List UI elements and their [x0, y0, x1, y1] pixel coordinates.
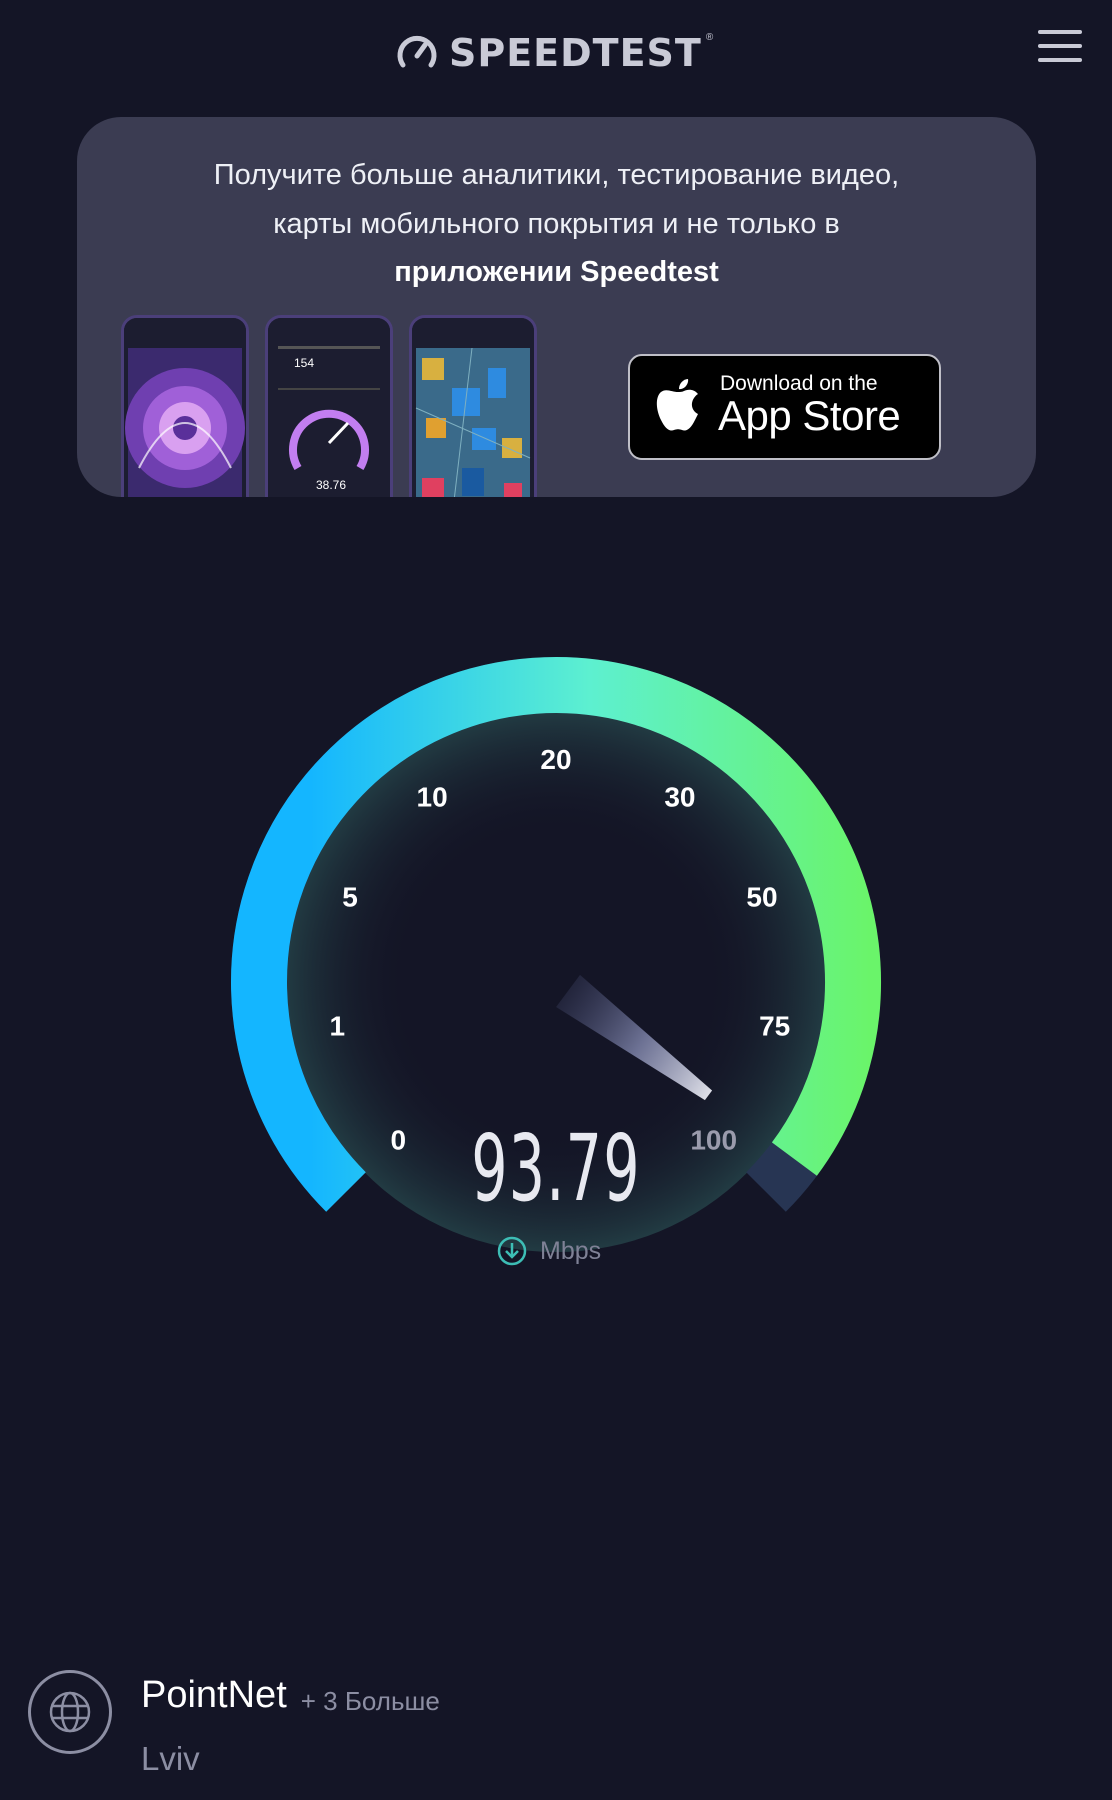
app-promo-banner: Получите больше аналитики, тестирование … — [77, 117, 1036, 497]
gauge-tick-label-20: 20 — [540, 744, 571, 775]
globe-icon[interactable] — [28, 1670, 112, 1754]
isp-name: PointNet — [141, 1674, 287, 1716]
gauge-tick-label-5: 5 — [342, 882, 358, 913]
phone-screenshot-video — [121, 315, 249, 497]
server-city: Lviv — [141, 1740, 200, 1777]
hamburger-menu-icon[interactable] — [1036, 24, 1084, 68]
gauge-tick-label-30: 30 — [664, 782, 695, 813]
gauge-tick-label-10: 10 — [417, 782, 448, 813]
promo-text-line-1: Получите больше аналитики, тестирование … — [213, 159, 900, 191]
speedometer-icon — [397, 35, 437, 68]
app-store-button[interactable]: Download on the App Store — [628, 354, 941, 460]
gauge-tick-label-50: 50 — [746, 882, 777, 913]
phone-value-top: 154 — [294, 356, 315, 370]
speed-unit-row: Mbps — [496, 1235, 601, 1267]
download-arrow-icon — [497, 1236, 527, 1266]
header: SPEEDTEST ® — [0, 0, 1112, 105]
app-store-big-text: App Store — [718, 392, 901, 439]
phone-screenshot-speedtest: 154 38.76 — [265, 315, 393, 497]
more-servers-link[interactable]: + 3 Больше — [301, 1686, 440, 1717]
phone-value-bottom: 38.76 — [316, 478, 347, 492]
promo-text-line-3: приложении Speedtest — [394, 256, 719, 288]
speed-unit: Mbps — [540, 1236, 602, 1265]
gauge-tick-label-1: 1 — [330, 1011, 346, 1042]
apple-icon — [656, 379, 698, 431]
phone-screenshot-coverage-map — [409, 315, 537, 497]
speedtest-logo[interactable]: SPEEDTEST ® — [395, 28, 713, 78]
logo-text: SPEEDTEST — [449, 31, 702, 75]
server-info: PointNet + 3 Больше Lviv — [28, 1670, 1088, 1780]
gauge-tick-label-75: 75 — [759, 1011, 790, 1042]
logo-trademark: ® — [705, 32, 714, 43]
promo-text-line-2: карты мобильного покрытия и не только в — [273, 208, 840, 240]
speed-value: 93.79 — [471, 1115, 641, 1222]
